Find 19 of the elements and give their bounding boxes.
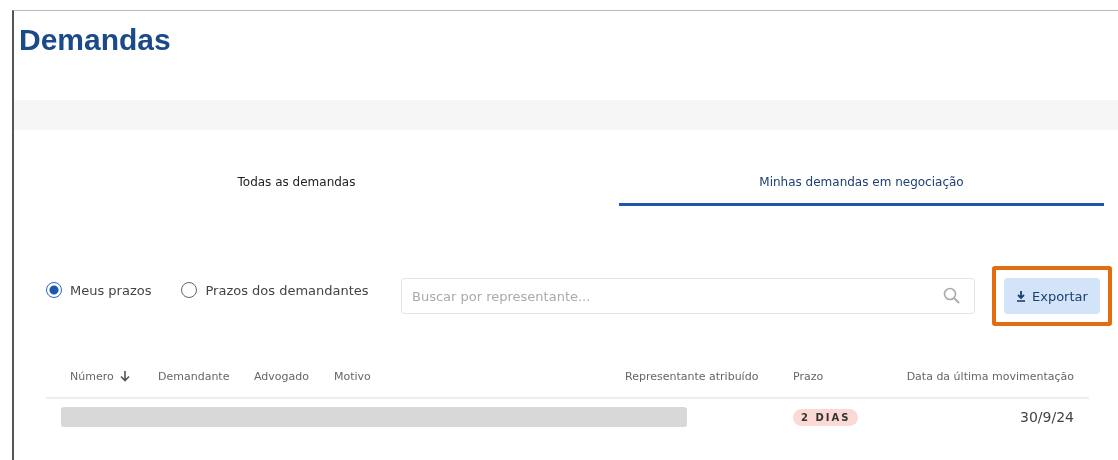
column-header[interactable]: Prazo bbox=[793, 370, 899, 383]
download-icon bbox=[1016, 290, 1026, 302]
deadline-badge: 2 DIAS bbox=[793, 408, 859, 426]
table-cell: 30/9/24 bbox=[1020, 409, 1074, 425]
column-header[interactable]: Número bbox=[70, 370, 158, 383]
page-title: Demandas bbox=[19, 23, 172, 58]
tab[interactable]: Todas as demandas bbox=[54, 167, 539, 206]
search-field[interactable]: Buscar por representante... bbox=[401, 278, 975, 314]
search-icon bbox=[943, 287, 961, 305]
tab[interactable]: Minhas demandas em negociação bbox=[619, 167, 1104, 206]
column-header[interactable]: Data da última movimentação bbox=[899, 370, 1089, 383]
column-header[interactable]: Motivo bbox=[334, 370, 625, 383]
column-header[interactable]: Representante atribuído bbox=[625, 370, 793, 383]
column-header[interactable]: Demandante bbox=[158, 370, 254, 383]
radio-option[interactable]: Prazos dos demandantes bbox=[181, 282, 369, 298]
radio-option[interactable]: Meus prazos bbox=[46, 282, 152, 298]
radio-icon[interactable] bbox=[46, 282, 62, 298]
column-header[interactable]: Advogado bbox=[254, 370, 334, 383]
export-button[interactable]: Exportar bbox=[1004, 278, 1100, 314]
